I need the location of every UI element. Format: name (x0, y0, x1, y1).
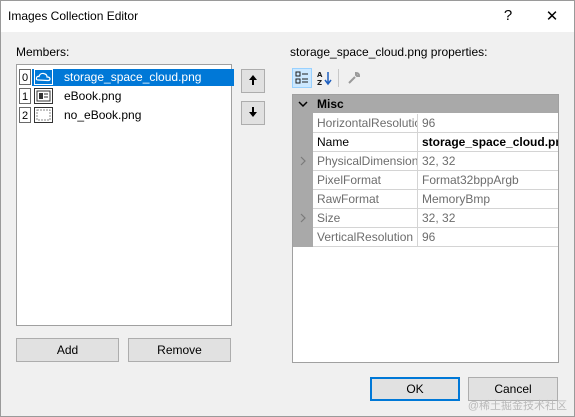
property-grid[interactable]: Misc HorizontalResolution 96 Name storag… (292, 94, 559, 363)
ok-button[interactable]: OK (370, 377, 460, 401)
list-item[interactable]: 0 storage_space_cloud.png (18, 69, 234, 86)
property-row[interactable]: HorizontalResolution 96 (313, 114, 558, 133)
svg-text:A: A (317, 71, 323, 79)
help-button[interactable]: ? (488, 0, 528, 31)
alphabetical-icon[interactable]: AZ (315, 68, 335, 88)
move-down-button[interactable] (241, 101, 265, 125)
property-name: Size (313, 209, 418, 227)
property-value[interactable]: MemoryBmp (419, 190, 558, 208)
move-up-button[interactable] (241, 69, 265, 93)
toolbar-separator (338, 69, 339, 87)
property-row[interactable]: PhysicalDimension 32, 32 (313, 152, 558, 171)
property-row[interactable]: Size 32, 32 (313, 209, 558, 228)
item-name: eBook.png (64, 89, 122, 103)
property-value[interactable]: Format32bppArgb (419, 171, 558, 189)
property-grid-toolbar: AZ (292, 66, 372, 90)
arrow-down-icon (248, 106, 258, 121)
property-pages-icon[interactable] (344, 68, 364, 88)
property-name: RawFormat (313, 190, 418, 208)
property-row[interactable]: PixelFormat Format32bppArgb (313, 171, 558, 190)
arrow-up-icon (248, 74, 258, 89)
chevron-down-icon[interactable] (298, 98, 308, 108)
property-name: HorizontalResolution (313, 114, 418, 132)
list-item[interactable]: 2 no_eBook.png (18, 107, 230, 124)
add-button[interactable]: Add (16, 338, 119, 362)
chevron-right-icon[interactable] (298, 155, 308, 167)
remove-button[interactable]: Remove (128, 338, 231, 362)
members-list[interactable]: 0 storage_space_cloud.png 1 eBook.png 2 … (16, 64, 234, 326)
property-name: VerticalResolution (313, 228, 418, 246)
property-row[interactable]: Name storage_space_cloud.png (313, 133, 558, 152)
item-index: 2 (19, 107, 31, 123)
list-item[interactable]: 1 eBook.png (18, 88, 230, 105)
property-value[interactable]: 96 (419, 114, 558, 132)
item-name: storage_space_cloud.png (64, 70, 202, 84)
category-label: Misc (317, 97, 344, 111)
property-value[interactable]: 96 (419, 228, 558, 246)
property-value[interactable]: 32, 32 (419, 152, 558, 170)
grid-gutter (293, 95, 313, 247)
no-ebook-image-icon (34, 107, 53, 123)
property-value[interactable]: 32, 32 (419, 209, 558, 227)
property-name: PhysicalDimension (313, 152, 418, 170)
category-row[interactable]: Misc (293, 95, 558, 113)
property-name: Name (313, 133, 418, 151)
property-row[interactable]: VerticalResolution 96 (313, 228, 558, 247)
members-label: Members: (16, 45, 70, 59)
categorized-icon[interactable] (292, 68, 312, 88)
window-title: Images Collection Editor (8, 9, 139, 23)
chevron-right-icon[interactable] (298, 212, 308, 224)
property-name: PixelFormat (313, 171, 418, 189)
property-row[interactable]: RawFormat MemoryBmp (313, 190, 558, 209)
item-name: no_eBook.png (64, 108, 142, 122)
property-value[interactable]: storage_space_cloud.png (419, 133, 558, 151)
ebook-image-icon (34, 88, 53, 104)
cloud-image-icon (34, 69, 53, 85)
properties-label: storage_space_cloud.png properties: (290, 45, 488, 59)
item-index: 0 (19, 69, 31, 85)
item-index: 1 (19, 88, 31, 104)
watermark: @稀土掘金技术社区 (467, 400, 567, 412)
close-button[interactable]: ✕ (532, 0, 572, 31)
title-bar: Images Collection Editor ? ✕ (0, 0, 575, 32)
svg-text:Z: Z (317, 79, 322, 86)
